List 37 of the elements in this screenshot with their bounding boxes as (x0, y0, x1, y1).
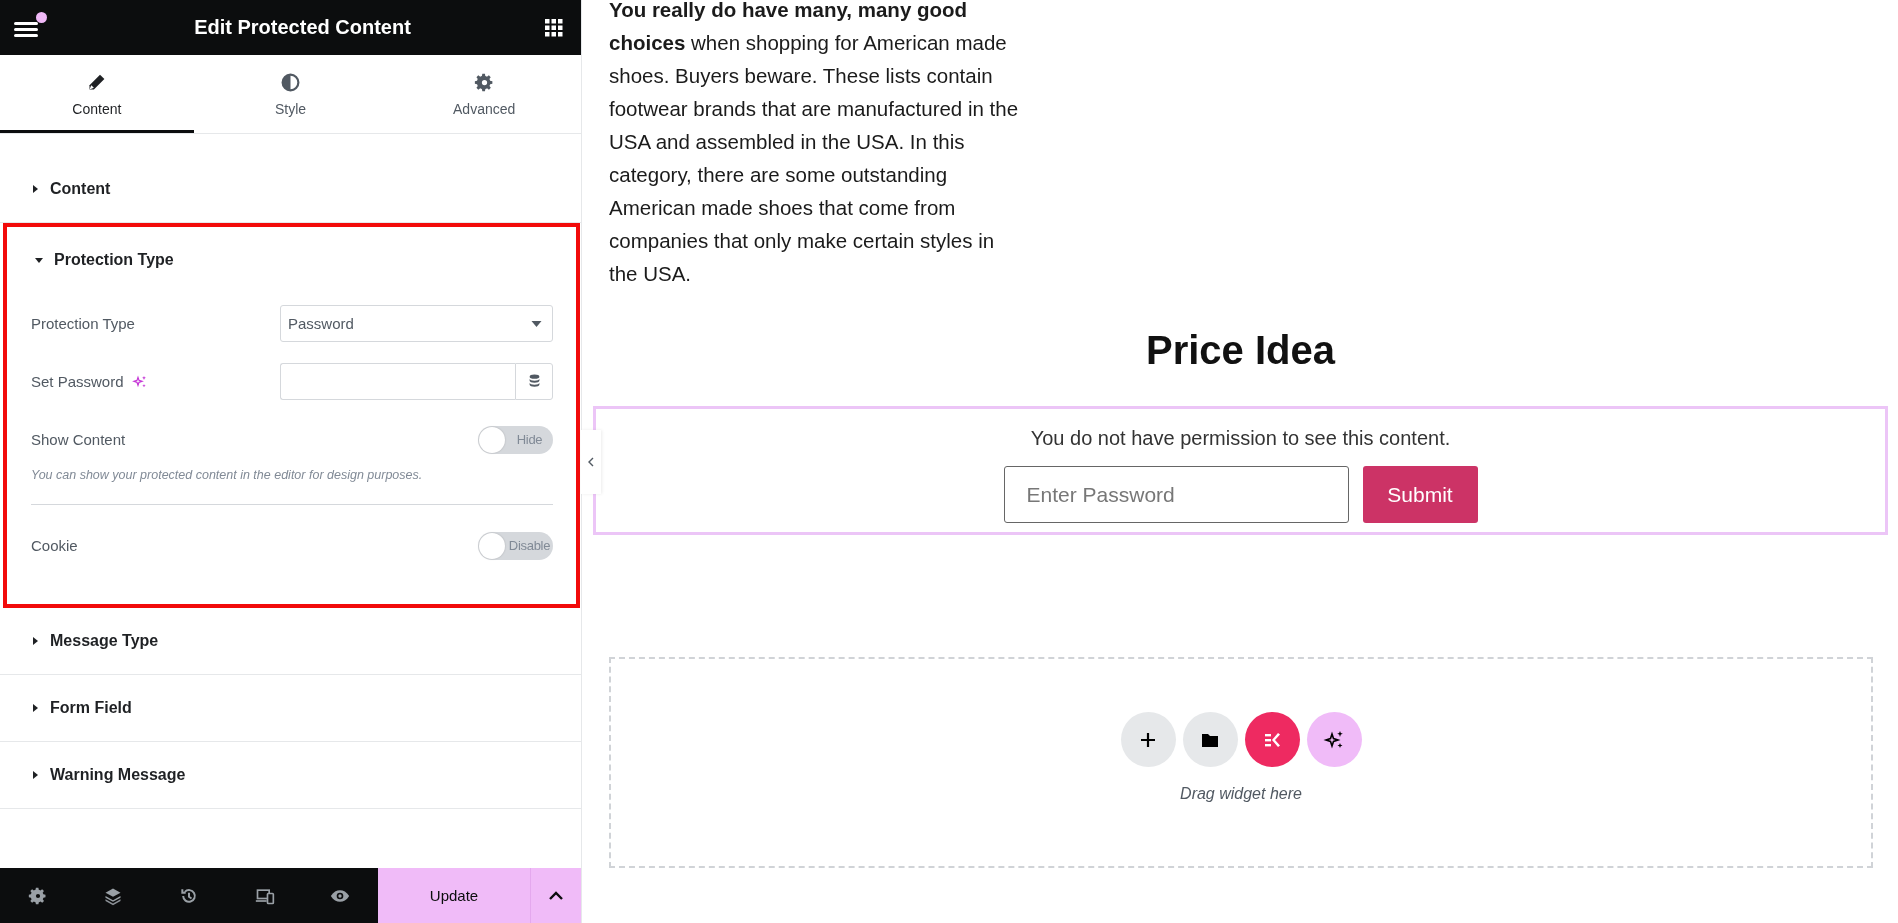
drop-hint: Drag widget here (1180, 785, 1302, 803)
brand-logo-button[interactable] (1244, 712, 1300, 767)
intro-paragraph: You really do have many, many good choices when shopping for American made shoes. Buyers beware. These lists contain footwear brands that are manufactured in the USA and assembled in the USA. In this category, there are some outstanding American made shoes that come from companies that only make certain styles in the USA. (609, 0, 1020, 287)
permission-message: You do not have permission to see this content. (1030, 427, 1451, 450)
dropdown-caret-icon (531, 320, 542, 327)
password-field[interactable]: Enter Password (1003, 466, 1349, 523)
section-heading: Price Idea (1145, 327, 1337, 374)
caret-icon (30, 184, 40, 194)
section-header[interactable]: Message Type (0, 608, 581, 674)
section-header[interactable]: Warning Message (0, 742, 581, 808)
contrast-icon (280, 72, 301, 93)
caret-icon (30, 770, 40, 780)
section-header[interactable]: Protection Type (7, 227, 576, 293)
caret-icon (30, 703, 40, 713)
control-label: Protection Type (31, 315, 135, 332)
help-text: You can show your protected content in the editor for design purposes. (31, 468, 424, 482)
control-label: Show Content (31, 431, 126, 448)
update-button[interactable]: Update (378, 868, 530, 923)
section-header[interactable]: Content (0, 156, 581, 222)
caret-icon (30, 636, 40, 646)
select-field[interactable]: Password (280, 305, 553, 342)
database-icon (527, 374, 541, 389)
password-setting-field[interactable] (280, 363, 515, 400)
submit-button[interactable]: Submit (1362, 466, 1478, 523)
dynamic-tags-button[interactable] (515, 363, 553, 400)
caret-icon (34, 255, 44, 265)
settings-icon[interactable] (27, 885, 48, 906)
chevron-left-icon (588, 457, 594, 467)
chevron-up-icon (548, 890, 564, 901)
widgets-grid-icon[interactable] (545, 18, 563, 37)
control-label: Set Password (31, 373, 124, 390)
control-label: Cookie (31, 537, 78, 554)
collapse-panel-handle[interactable] (581, 430, 601, 494)
ai-button[interactable] (1306, 712, 1362, 767)
settings-icon (473, 72, 495, 93)
panel-title: Edit Protected Content (193, 16, 412, 39)
section-header[interactable]: Form Field (0, 675, 581, 741)
